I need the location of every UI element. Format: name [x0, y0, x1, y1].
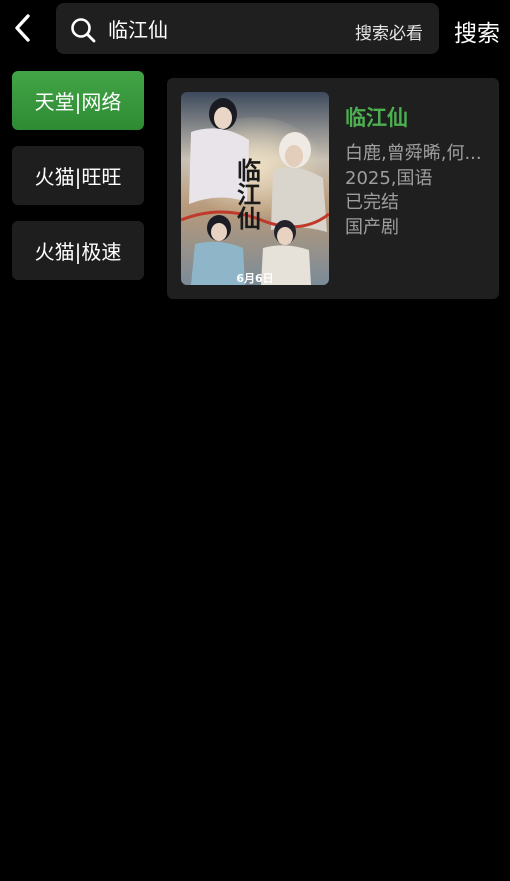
- source-item-huomao-jisu[interactable]: 火猫|极速: [12, 221, 144, 280]
- search-icon: [71, 18, 96, 43]
- result-genre: 国产剧: [345, 217, 399, 238]
- poster-title-art: 临江仙: [233, 157, 262, 230]
- search-input[interactable]: [108, 3, 338, 54]
- poster-date: 6月6日: [236, 272, 273, 285]
- result-status: 已完结: [345, 192, 399, 213]
- search-hint-link[interactable]: 搜索必看: [355, 19, 423, 44]
- chevron-left-icon: [15, 14, 30, 42]
- result-actors: 白鹿,曾舜晞,何...: [345, 143, 482, 164]
- source-item-tiantang-network[interactable]: 天堂|网络: [12, 71, 144, 130]
- back-button[interactable]: [8, 10, 38, 46]
- result-year-language: 2025,国语: [345, 168, 433, 189]
- source-item-huomao-wangwang[interactable]: 火猫|旺旺: [12, 146, 144, 205]
- search-button[interactable]: 搜索: [454, 14, 500, 48]
- result-card[interactable]: 临江仙 6月6日 临江仙 白鹿,曾舜晞,何... 2025,国语 已完结 国产剧: [167, 78, 499, 299]
- search-box[interactable]: 搜索必看: [56, 3, 439, 54]
- poster-image: 临江仙 6月6日: [181, 92, 329, 285]
- result-title: 临江仙: [345, 106, 408, 130]
